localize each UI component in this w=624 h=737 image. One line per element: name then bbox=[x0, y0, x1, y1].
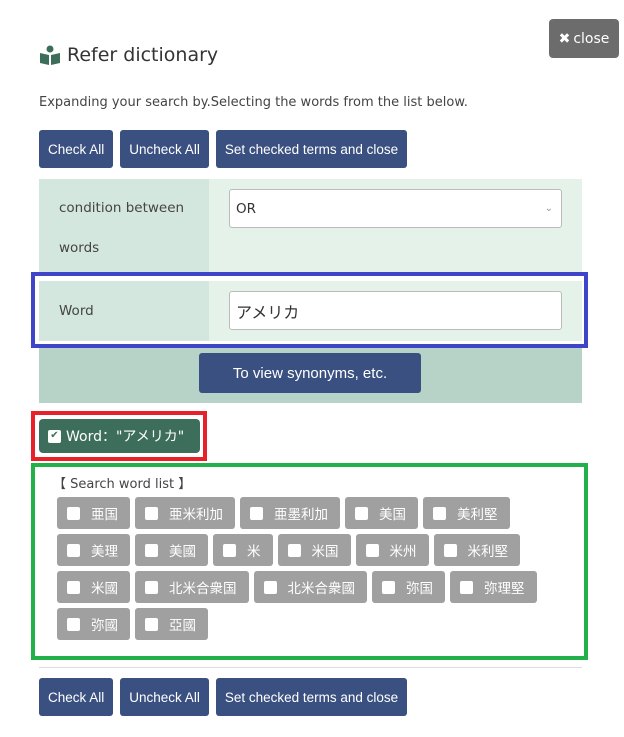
checkbox-icon[interactable] bbox=[67, 506, 80, 520]
checkbox-icon[interactable] bbox=[287, 543, 301, 557]
checkbox-icon[interactable] bbox=[355, 506, 368, 520]
view-synonyms-button[interactable]: To view synonyms, etc. bbox=[199, 353, 421, 393]
checkbox-checked-icon[interactable]: ✔ bbox=[48, 429, 61, 443]
word-chip[interactable]: 亜国 bbox=[57, 497, 130, 529]
word-chip[interactable]: 北米合衆國 bbox=[253, 571, 367, 603]
word-list-row: 弥國 亞國 bbox=[57, 608, 537, 640]
checkbox-icon[interactable] bbox=[145, 580, 158, 594]
word-chip-label: 美國 bbox=[169, 544, 196, 560]
word-chip-label: 北米合衆國 bbox=[287, 581, 356, 597]
checkbox-icon[interactable] bbox=[145, 506, 158, 520]
word-chip[interactable]: 米国 bbox=[277, 534, 351, 566]
word-list: 亜国 亜米利加 亜墨利加 美国 美利堅 美理 美國米米国 米州 米利堅 米國 北米合衆国 北米合衆國弥… bbox=[57, 497, 537, 640]
word-chip-label: 弥國 bbox=[91, 618, 118, 634]
word-chip-label: 美理 bbox=[91, 544, 118, 560]
set-checked-terms-button-bottom[interactable]: Set checked terms and close bbox=[215, 678, 408, 716]
bottom-button-row: Check All Uncheck All Set checked terms … bbox=[39, 678, 408, 716]
checkbox-icon[interactable] bbox=[67, 617, 80, 631]
word-list-row: 美理 美國 米 米国 米州 米利堅 bbox=[57, 534, 537, 566]
checked-term-chip[interactable]: ✔ Word："アメリカ" bbox=[39, 419, 200, 453]
checkbox-icon[interactable] bbox=[145, 617, 158, 631]
checkbox-icon[interactable] bbox=[145, 543, 158, 557]
word-chip-label: 米國 bbox=[91, 581, 118, 597]
word-list-row: 亜国 亜米利加 亜墨利加 美国 美利堅 bbox=[57, 497, 537, 529]
checkbox-icon[interactable] bbox=[382, 580, 395, 594]
word-chip[interactable]: 亜米利加 bbox=[135, 497, 235, 529]
chevron-down-icon: ⌄ bbox=[544, 203, 553, 214]
close-icon: ✖ bbox=[558, 30, 571, 47]
word-row: Word アメリカ bbox=[39, 281, 582, 341]
checkbox-icon[interactable] bbox=[365, 543, 379, 557]
word-chip-label: 亜国 bbox=[91, 507, 118, 523]
word-chip-label: 米利堅 bbox=[467, 544, 509, 560]
word-chip[interactable]: 米州 bbox=[355, 534, 429, 566]
condition-select[interactable]: OR ⌄ bbox=[229, 189, 562, 228]
word-chip-label: 美国 bbox=[379, 507, 406, 523]
word-chip-label: 美利堅 bbox=[457, 507, 498, 523]
checkbox-icon[interactable] bbox=[433, 506, 446, 520]
word-chip[interactable]: 米國 bbox=[57, 571, 130, 603]
uncheck-all-button[interactable]: Uncheck All bbox=[120, 130, 209, 168]
divider bbox=[39, 667, 582, 668]
word-chip[interactable]: 北米合衆国 bbox=[135, 571, 249, 603]
word-chip[interactable]: 美國 bbox=[135, 534, 208, 566]
checkbox-icon[interactable] bbox=[67, 580, 80, 594]
checkbox-icon[interactable] bbox=[460, 580, 473, 594]
word-chip-label: 弥国 bbox=[406, 581, 433, 597]
word-chip-label: 米国 bbox=[311, 544, 339, 560]
checkbox-icon[interactable] bbox=[223, 543, 236, 557]
page-title: Refer dictionary bbox=[39, 44, 218, 66]
check-all-button-bottom[interactable]: Check All bbox=[39, 678, 114, 716]
word-chip[interactable]: 米 bbox=[213, 534, 273, 566]
checkbox-icon[interactable] bbox=[263, 580, 277, 594]
word-chip[interactable]: 亜墨利加 bbox=[240, 497, 340, 529]
close-button[interactable]: ✖ close bbox=[549, 19, 619, 58]
word-input[interactable]: アメリカ bbox=[229, 291, 562, 330]
uncheck-all-button-bottom[interactable]: Uncheck All bbox=[120, 678, 209, 716]
word-chip[interactable]: 弥理堅 bbox=[450, 571, 537, 603]
word-chip[interactable]: 亞國 bbox=[135, 608, 208, 640]
word-chip-label: 亞國 bbox=[169, 618, 196, 634]
reader-book-icon bbox=[40, 45, 60, 65]
top-button-row: Check All Uncheck All Set checked terms … bbox=[39, 130, 408, 168]
word-chip[interactable]: 美国 bbox=[345, 497, 418, 529]
word-chip[interactable]: 弥國 bbox=[57, 608, 130, 640]
checkbox-icon[interactable] bbox=[250, 506, 263, 520]
checkbox-icon[interactable] bbox=[67, 543, 80, 557]
word-chip-label: 米 bbox=[247, 544, 261, 560]
condition-label: condition between words bbox=[39, 179, 209, 272]
word-list-row: 米國 北米合衆国 北米合衆國 弥国 弥理堅 bbox=[57, 571, 537, 603]
check-all-button[interactable]: Check All bbox=[39, 130, 114, 168]
word-chip-label: 米州 bbox=[389, 544, 417, 560]
word-chip[interactable]: 美利堅 bbox=[423, 497, 510, 529]
word-chip-label: 亜米利加 bbox=[169, 507, 223, 523]
word-label: Word bbox=[39, 281, 209, 341]
description: Expanding your search by.Selecting the w… bbox=[39, 95, 468, 110]
word-chip-label: 亜墨利加 bbox=[274, 507, 328, 523]
word-chip-label: 北米合衆国 bbox=[169, 581, 237, 597]
condition-row: condition between words OR ⌄ bbox=[39, 179, 582, 272]
set-checked-terms-button[interactable]: Set checked terms and close bbox=[215, 130, 408, 168]
word-list-heading: 【 Search word list 】 bbox=[53, 477, 192, 492]
checkbox-icon[interactable] bbox=[443, 543, 457, 557]
word-chip[interactable]: 弥国 bbox=[372, 571, 445, 603]
word-chip[interactable]: 美理 bbox=[57, 534, 130, 566]
word-chip[interactable]: 米利堅 bbox=[433, 534, 520, 566]
word-chip-label: 弥理堅 bbox=[484, 581, 525, 597]
